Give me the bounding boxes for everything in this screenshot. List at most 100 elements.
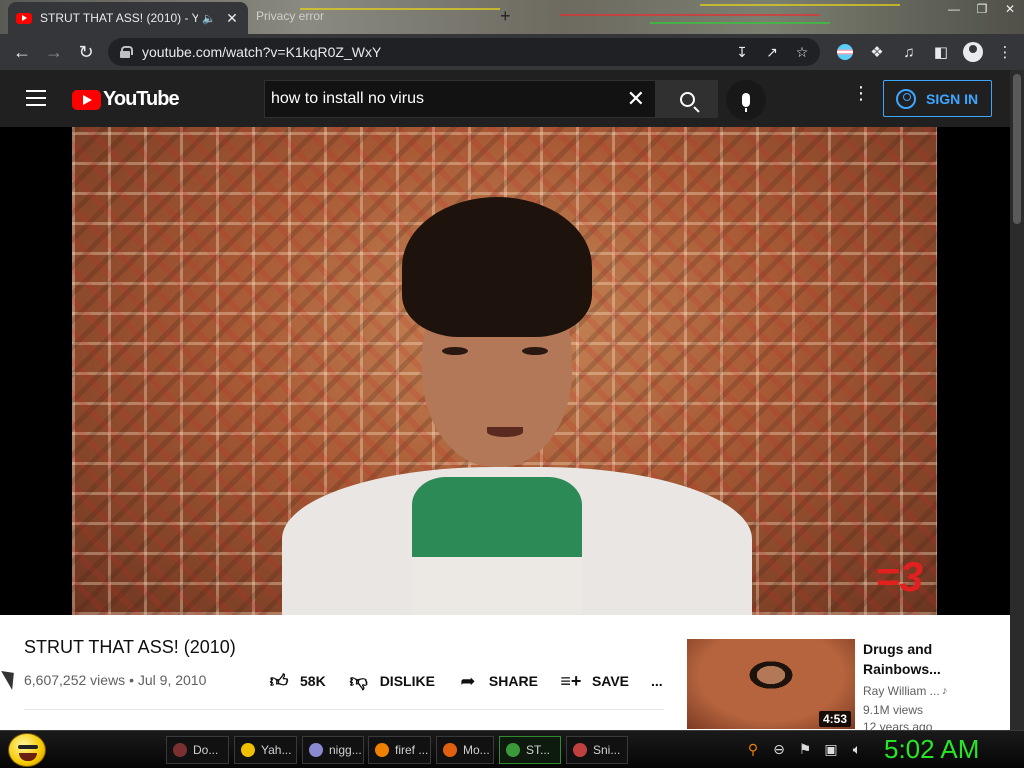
close-tab-icon[interactable]: ✕ xyxy=(224,10,240,27)
recommended-title[interactable]: Drugs and Rainbows... xyxy=(863,639,1003,679)
thumbs-down-icon: 👎︎ xyxy=(349,671,368,691)
lock-icon[interactable] xyxy=(120,46,133,58)
upload-date: Jul 9, 2010 xyxy=(137,672,207,688)
save-button[interactable]: ≡+ SAVE xyxy=(560,671,629,691)
dislike-button[interactable]: 👎︎ DISLIKE xyxy=(348,671,435,691)
profile-icon[interactable] xyxy=(960,38,986,66)
taskbar-item-label: firef ... xyxy=(395,743,429,757)
tab-youtube[interactable]: STRUT THAT ASS! (2010) - YouTube 🔈 ✕ xyxy=(8,2,248,34)
video-title: STRUT THAT ASS! (2010) xyxy=(24,637,236,657)
start-smiley-icon[interactable] xyxy=(8,733,46,767)
video-player[interactable]: =3 xyxy=(0,127,1010,615)
divider xyxy=(24,709,664,710)
add-to-playlist-icon: ≡+ xyxy=(560,670,582,691)
app-icon xyxy=(375,743,389,757)
tab-title: STRUT THAT ASS! (2010) - YouTube xyxy=(40,11,198,25)
like-count: 58K xyxy=(300,673,326,689)
media-queue-icon[interactable]: ♫ xyxy=(896,38,922,66)
music-note-icon: ♪ xyxy=(942,685,948,697)
search-tray-icon[interactable]: ⚲ xyxy=(744,739,762,759)
page-scrollbar[interactable] xyxy=(1010,70,1024,730)
taskbar-item[interactable]: Yah... xyxy=(234,736,297,764)
browser-toolbar: ← → ↻ youtube.com/watch?v=K1kqR0Z_WxY ↧ … xyxy=(0,34,1024,70)
taskbar-item-label: nigg... xyxy=(329,743,362,757)
share-button[interactable]: ➦ SHARE xyxy=(457,671,538,691)
install-app-icon[interactable]: ↧ xyxy=(732,42,752,62)
more-actions-button[interactable]: ... xyxy=(651,673,663,689)
scrollbar-thumb[interactable] xyxy=(1013,74,1021,224)
recommended-thumbnail[interactable]: 4:53 xyxy=(687,639,855,729)
search-button[interactable] xyxy=(656,80,718,118)
app-icon xyxy=(443,743,457,757)
voice-search-button[interactable] xyxy=(726,80,766,120)
taskbar-item-label: Mo... xyxy=(463,743,490,757)
view-count: 6,607,252 views xyxy=(24,672,126,688)
app-icon xyxy=(573,743,587,757)
taskbar-item-label: Sni... xyxy=(593,743,621,757)
taskbar-item-label: Do... xyxy=(193,743,219,757)
search-query: how to install no virus xyxy=(271,90,424,107)
more-icon: ... xyxy=(651,673,663,689)
taskbar-item[interactable]: Sni... xyxy=(566,736,628,764)
video-watermark: =3 xyxy=(875,553,923,600)
side-panel-icon[interactable]: ◧ xyxy=(928,38,954,66)
minus-circle-icon[interactable]: ⊖ xyxy=(770,739,788,759)
search-icon xyxy=(679,91,695,107)
url-text: youtube.com/watch?v=K1kqR0Z_WxY xyxy=(142,44,382,60)
window-close-icon[interactable]: ✕ xyxy=(996,0,1024,18)
video-actions: 👍︎ 58K 👎︎ DISLIKE ➦ SHARE ≡+ SAVE ... xyxy=(268,671,685,692)
app-icon xyxy=(173,743,187,757)
recommended-channel[interactable]: Ray William ... xyxy=(863,684,940,698)
taskbar-item[interactable]: Do... xyxy=(166,736,229,764)
recommended-views: 9.1M views xyxy=(863,703,924,717)
bookmark-star-icon[interactable]: ☆ xyxy=(792,42,812,62)
taskbar-item-label: Yah... xyxy=(261,743,292,757)
youtube-masthead: YouTube how to install no virus ✕ ⋮ SIGN… xyxy=(0,70,1010,127)
back-icon[interactable]: ← xyxy=(6,36,38,68)
video-info-section: STRUT THAT ASS! (2010) 6,607,252 views •… xyxy=(0,615,1010,734)
clear-search-icon[interactable]: ✕ xyxy=(627,86,645,112)
volume-icon[interactable]: 🔈︎ xyxy=(848,739,866,759)
sign-in-button[interactable]: SIGN IN xyxy=(883,80,992,117)
taskbar-item-label: ST... xyxy=(526,743,551,757)
video-duration: 4:53 xyxy=(818,711,851,727)
video-meta: 6,607,252 views • Jul 9, 2010 xyxy=(24,672,206,688)
youtube-logo[interactable]: YouTube xyxy=(72,88,180,111)
restore-icon[interactable]: ❐ xyxy=(968,0,996,18)
address-bar[interactable]: youtube.com/watch?v=K1kqR0Z_WxY ↧ ↗ ☆ xyxy=(108,38,820,66)
youtube-play-icon xyxy=(72,89,101,110)
tab-privacy-error[interactable]: Privacy error xyxy=(256,9,324,23)
share-page-icon[interactable]: ↗ xyxy=(762,42,782,62)
youtube-favicon-icon xyxy=(16,12,32,24)
forward-icon[interactable]: → xyxy=(38,36,70,68)
chrome-menu-icon[interactable]: ⋮ xyxy=(992,38,1018,66)
minimize-icon[interactable]: — xyxy=(940,0,968,18)
screen: STRUT THAT ASS! (2010) - YouTube 🔈 ✕ Pri… xyxy=(0,0,1024,768)
app-icon xyxy=(241,743,255,757)
clock[interactable]: 5:02 AM xyxy=(884,734,979,765)
flag-icon[interactable]: ⚑ xyxy=(796,739,814,759)
taskbar-item[interactable]: firef ... xyxy=(368,736,431,764)
settings-menu-icon[interactable]: ⋮ xyxy=(852,84,870,102)
reload-icon[interactable]: ↻ xyxy=(70,36,102,68)
taskbar-item[interactable]: nigg... xyxy=(302,736,364,764)
hamburger-menu-icon[interactable] xyxy=(26,90,46,106)
like-button[interactable]: 👍︎ 58K xyxy=(268,671,326,691)
share-icon: ➦ xyxy=(460,670,476,691)
app-icon xyxy=(506,743,520,757)
speaker-icon[interactable]: 🔈 xyxy=(202,12,218,25)
taskbar-item[interactable]: ST... xyxy=(499,736,561,764)
video-person xyxy=(282,197,752,615)
browser-tab-strip: STRUT THAT ASS! (2010) - YouTube 🔈 ✕ Pri… xyxy=(0,0,1024,34)
new-tab-icon[interactable]: + xyxy=(500,6,511,27)
meta-separator: • xyxy=(129,672,138,688)
thumbs-up-icon: 👍︎ xyxy=(269,671,289,691)
video-frame[interactable]: =3 xyxy=(72,127,937,615)
search-input[interactable]: how to install no virus ✕ xyxy=(264,80,656,118)
network-icon[interactable]: ▣ xyxy=(822,739,840,759)
app-icon xyxy=(309,743,323,757)
taskbar: Do... Yah... nigg... firef ... Mo... ST... Sni… xyxy=(0,730,1024,768)
taskbar-item[interactable]: Mo... xyxy=(436,736,494,764)
extension-flag-icon[interactable] xyxy=(832,38,858,66)
extensions-puzzle-icon[interactable]: ❖ xyxy=(864,38,890,66)
